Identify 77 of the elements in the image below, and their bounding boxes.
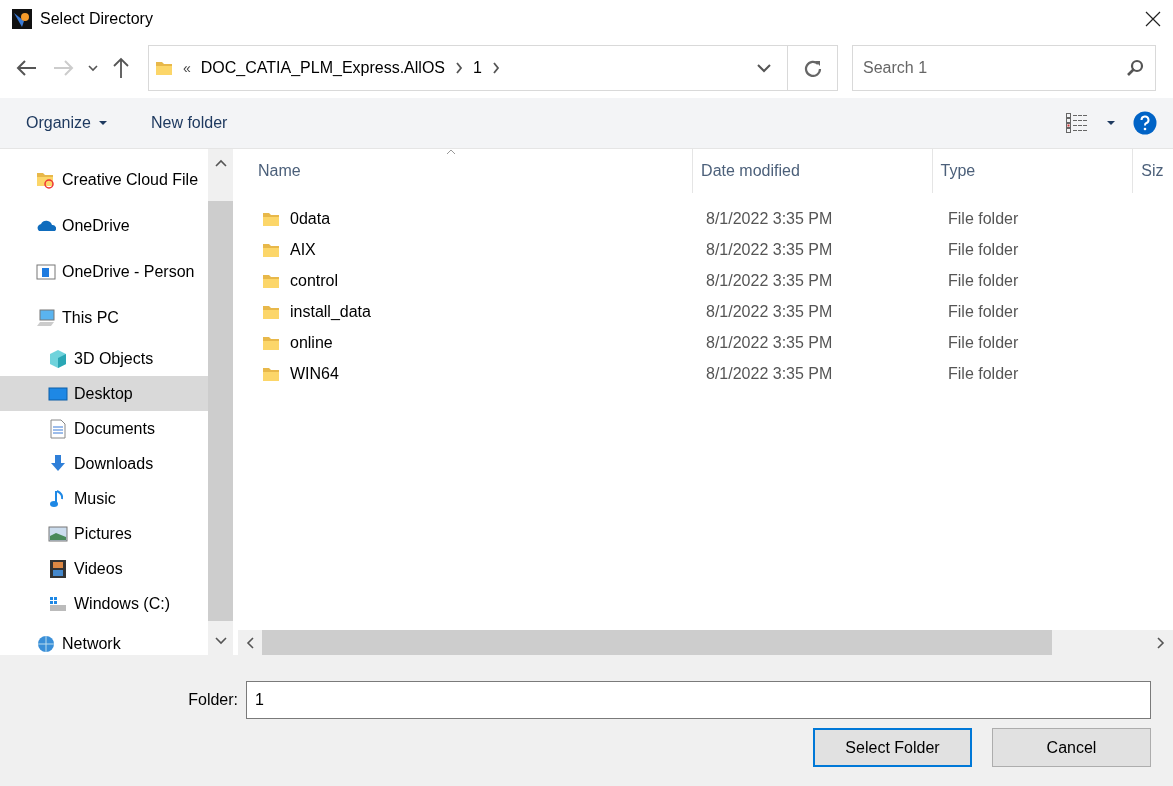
sidebar-item[interactable]: Desktop [0,376,208,411]
scrollbar-thumb[interactable] [208,201,233,621]
caret-icon[interactable] [1107,120,1115,126]
file-name[interactable]: install_data [290,302,371,321]
table-cell-text: File folder [947,240,1020,259]
table-cell-text: File folder [947,209,1020,228]
sidebar-item[interactable]: This PC [0,295,208,341]
column-header[interactable]: Siz [1133,149,1173,193]
new-folder-button[interactable]: New folder [138,110,242,136]
globe-icon [36,634,56,654]
scroll-up-icon[interactable] [214,159,227,167]
table-cell-text: File folder [947,271,1020,290]
scrollbar-thumb[interactable] [262,630,1052,655]
sidebar-item[interactable]: Downloads [0,446,208,481]
search-icon [1126,59,1144,77]
table-cell-text: File folder [947,333,1020,352]
close-icon[interactable] [1145,11,1161,27]
refresh-icon [803,59,822,77]
column-header[interactable]: Date modified [693,149,933,193]
organize-button[interactable]: Organize [14,110,121,136]
table-cell-text: 8/1/2022 3:35 PM [705,364,834,383]
chevron-down-icon[interactable] [757,63,771,73]
search-field[interactable]: Search 1 [852,45,1156,91]
cancel-button[interactable]: Cancel [992,728,1151,767]
window-title: Select Directory [40,10,153,28]
sidebar-item[interactable]: Videos [0,551,208,586]
chevron-right-icon[interactable] [455,62,463,74]
overflow-chevron[interactable]: « [183,60,191,76]
window-icon [36,262,56,282]
folder-icon [155,59,173,77]
document-icon [48,418,68,439]
computer-icon [36,308,56,328]
table-cell-text: File folder [947,364,1020,383]
scroll-left-icon[interactable] [246,636,254,649]
sidebar-item[interactable]: Documents [0,411,208,446]
chevron-right-icon[interactable] [491,62,500,74]
breadcrumb[interactable]: DOC_CATIA_PLM_Express.AllOS [200,59,445,77]
table-cell-text: 8/1/2022 3:35 PM [705,240,834,259]
cloud-folder-icon [36,170,56,190]
sidebar-item[interactable]: Pictures [0,516,208,551]
chevron-down-icon[interactable] [88,64,98,72]
column-header[interactable]: Name [238,149,694,193]
sidebar-item[interactable]: 3D Objects [0,341,208,376]
file-name[interactable]: control [290,271,339,290]
table-cell-text: 8/1/2022 3:35 PM [705,209,834,228]
sidebar-item[interactable]: Network [0,621,208,655]
table-cell-text: 8/1/2022 3:35 PM [705,302,834,321]
table-cell-text: File folder [947,302,1020,321]
select-folder-button[interactable]: Select Folder [813,728,972,767]
sidebar-item[interactable]: OneDrive - Person [0,249,208,295]
sidebar-item[interactable]: OneDrive [0,203,208,249]
address-bar[interactable]: « DOC_CATIA_PLM_Express.AllOS 1 [148,45,788,91]
caret-icon [98,120,107,126]
column-header[interactable]: Type [932,149,1134,193]
view-options-icon[interactable] [1065,112,1089,134]
back-arrow-icon[interactable] [16,59,38,77]
film-icon [48,558,68,579]
sidebar-item[interactable]: Music [0,481,208,516]
cube-icon [48,348,68,369]
help-icon[interactable] [1133,111,1157,135]
sidebar-item[interactable]: Windows (C:) [0,586,208,621]
table-cell-text: 8/1/2022 3:35 PM [705,333,834,352]
up-arrow-icon[interactable] [112,57,130,79]
refresh-button[interactable] [788,45,838,91]
scroll-down-icon[interactable] [214,637,227,645]
table-cell-text: 8/1/2022 3:35 PM [705,271,834,290]
file-name[interactable]: AIX [290,240,316,259]
file-name[interactable]: WIN64 [290,364,339,383]
folder-field[interactable]: 1 [246,681,1151,719]
breadcrumb[interactable]: 1 [473,59,482,77]
picture-icon [48,523,68,544]
app-logo-icon [12,9,32,29]
scroll-right-icon[interactable] [1157,636,1165,649]
folder-label: Folder: [188,691,238,709]
file-name[interactable]: online [290,333,333,352]
file-name[interactable]: 0data [290,209,331,228]
sidebar-item[interactable]: Creative Cloud File [0,157,208,203]
